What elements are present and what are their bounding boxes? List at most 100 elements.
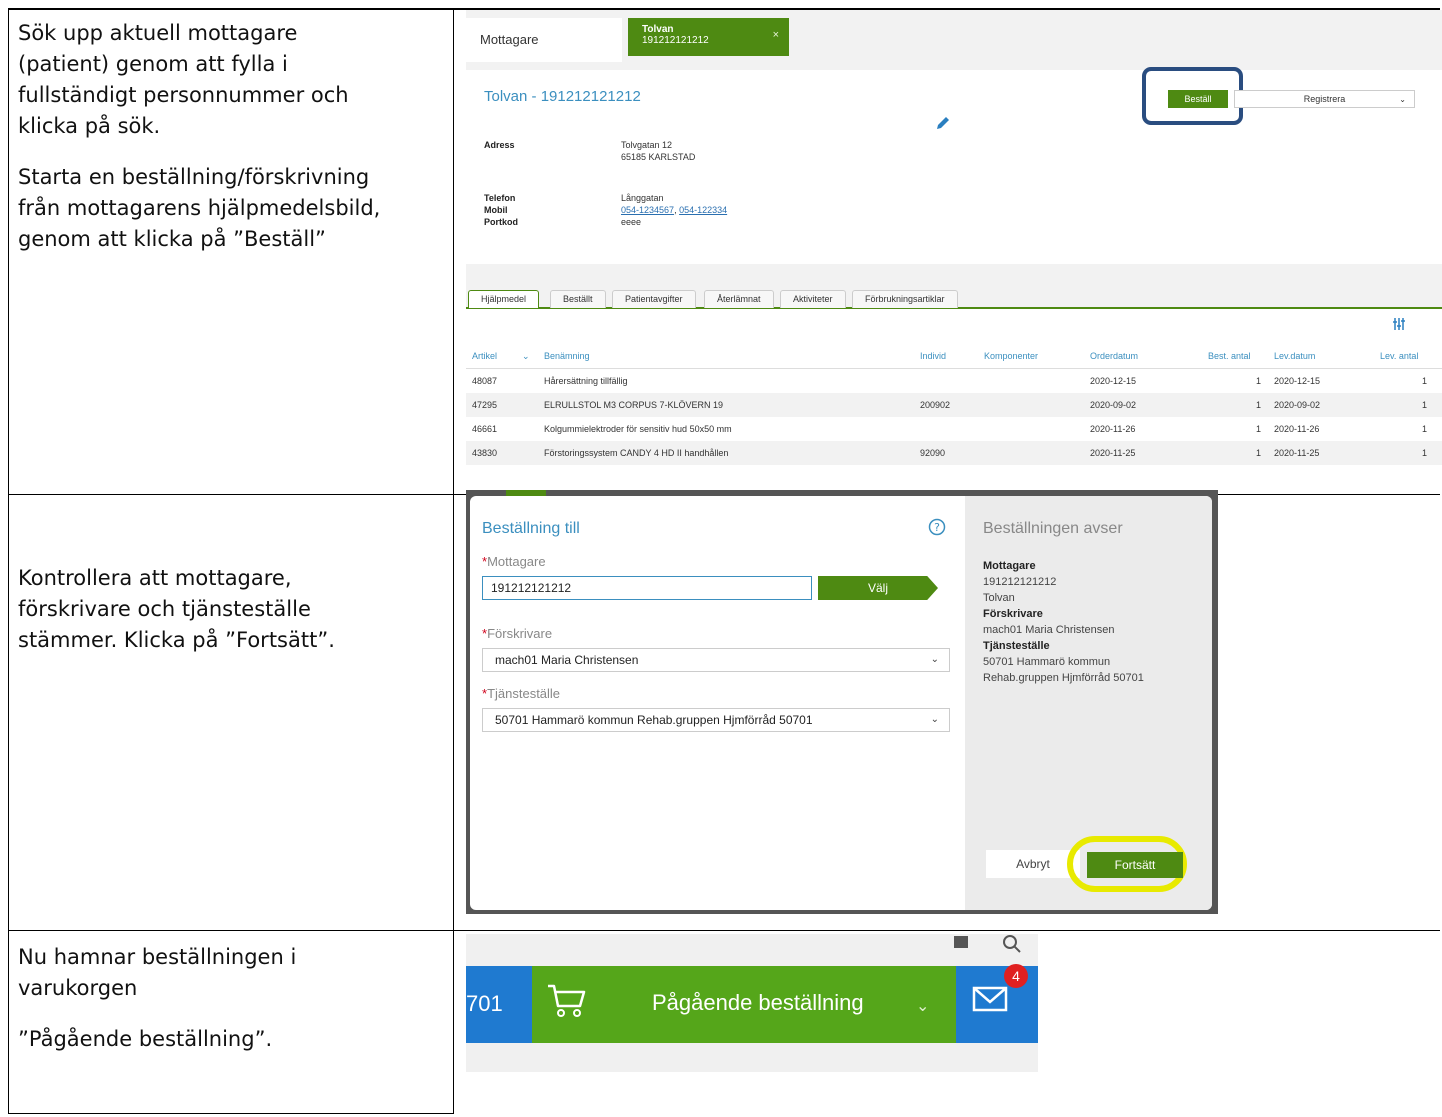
address-line-2: 65185 KARLSTAD bbox=[621, 152, 696, 162]
instruction-step-1: Sök upp aktuell mottagare (patient) geno… bbox=[18, 18, 380, 255]
forskrivare-label: *Förskrivare bbox=[482, 626, 552, 641]
instruction-line: Sök upp aktuell mottagare bbox=[18, 21, 298, 45]
tab-hjalpmedel[interactable]: Hjälpmedel bbox=[468, 290, 540, 308]
tjanstestalle-select[interactable]: 50701 Hammarö kommun Rehab.gruppen Hjmfö… bbox=[482, 708, 950, 732]
register-select-value: Registrera bbox=[1303, 94, 1346, 104]
mottagare-label-text: Mottagare bbox=[487, 554, 546, 569]
tab-patient-name: Tolvan bbox=[642, 24, 674, 35]
tab-forbrukningsartiklar[interactable]: Förbrukningsartiklar bbox=[852, 290, 958, 308]
cell-lev-antal: 1 bbox=[1422, 448, 1428, 458]
instruction-line: fullständigt personnummer och bbox=[18, 83, 349, 107]
instruction-line: varukorgen bbox=[18, 976, 138, 1000]
chevron-down-icon: ⌄ bbox=[1399, 95, 1406, 104]
cell-benamning: Förstoringssystem CANDY 4 HD II handhåll… bbox=[544, 448, 729, 458]
continue-button[interactable]: Fortsätt bbox=[1087, 852, 1183, 878]
column-header-benamning[interactable]: Benämning bbox=[544, 351, 590, 361]
screenshot-cart-bar: 701 Pågående beställning ⌄ 4 bbox=[466, 934, 1038, 1072]
cell-orderdatum: 2020-11-26 bbox=[1090, 424, 1136, 434]
cell-benamning: Kolgummielektroder för sensitiv hud 50x5… bbox=[544, 424, 732, 434]
instruction-line: klicka på sök. bbox=[18, 114, 161, 138]
tab-aterlamnat[interactable]: Återlämnat bbox=[704, 290, 774, 308]
phone-label: Telefon bbox=[484, 193, 516, 203]
summary-value: Rehab.gruppen Hjmförråd 50701 bbox=[983, 672, 1144, 684]
order-button[interactable]: Beställ bbox=[1168, 90, 1228, 108]
mobile-label: Mobil bbox=[484, 205, 508, 215]
tjanstestalle-label-text: Tjänsteställe bbox=[487, 686, 561, 701]
table-row[interactable]: 43830 Förstoringssystem CANDY 4 HD II ha… bbox=[466, 441, 1442, 465]
table-column-divider bbox=[453, 8, 454, 1114]
tab-aktiviteter[interactable]: Aktiviteter bbox=[780, 290, 846, 308]
summary-value: Tolvan bbox=[983, 592, 1015, 604]
summary-heading: Förskrivare bbox=[983, 608, 1043, 620]
column-header-orderdatum[interactable]: Orderdatum bbox=[1090, 351, 1138, 361]
instruction-step-3: Nu hamnar beställningen i varukorgen ”På… bbox=[18, 942, 296, 1055]
summary-value: mach01 Maria Christensen bbox=[983, 624, 1115, 636]
summary-heading: Tjänsteställe bbox=[983, 640, 1050, 652]
tab-patientavgifter[interactable]: Patientavgifter bbox=[612, 290, 696, 308]
column-settings-icon[interactable] bbox=[1392, 317, 1406, 331]
ongoing-order-label: Pågående beställning bbox=[652, 990, 864, 1015]
valj-button[interactable]: Välj bbox=[818, 576, 938, 600]
register-select[interactable]: Registrera ⌄ bbox=[1234, 90, 1415, 108]
summary-title: Beställningen avser bbox=[983, 520, 1123, 537]
screenshot-order-dialog: Beställning till ? *Mottagare 1912121212… bbox=[466, 490, 1218, 914]
cancel-button[interactable]: Avbryt bbox=[986, 850, 1080, 878]
table-row[interactable]: 46661 Kolgummielektroder för sensitiv hu… bbox=[466, 417, 1442, 441]
forskrivare-select[interactable]: mach01 Maria Christensen ⌄ bbox=[482, 648, 950, 672]
chevron-down-icon[interactable]: ⌄ bbox=[916, 996, 929, 1016]
notification-badge: 4 bbox=[1004, 964, 1028, 988]
cell-lev-antal: 1 bbox=[1422, 400, 1428, 410]
summary-value: 50701 Hammarö kommun bbox=[983, 656, 1111, 668]
instruction-line: förskrivare och tjänsteställe bbox=[18, 597, 311, 621]
cell-levdatum: 2020-09-02 bbox=[1274, 400, 1321, 410]
order-dialog: Beställning till ? *Mottagare 1912121212… bbox=[470, 496, 1212, 910]
address-label: Adress bbox=[484, 140, 515, 150]
forskrivare-label-text: Förskrivare bbox=[487, 626, 553, 641]
column-header-lev-antal[interactable]: Lev. antal bbox=[1380, 351, 1418, 361]
cell-levdatum: 2020-11-25 bbox=[1274, 448, 1320, 458]
mottagare-input[interactable]: 191212121212 bbox=[482, 576, 812, 600]
tab-bestallt[interactable]: Beställt bbox=[550, 290, 606, 308]
cell-best-antal: 1 bbox=[1256, 448, 1262, 458]
table-row[interactable]: 47295 ELRULLSTOL M3 CORPUS 7-KLÖVERN 19 … bbox=[466, 393, 1442, 417]
tab-mottagare[interactable]: Mottagare bbox=[466, 18, 622, 62]
mobile-link[interactable]: 054-122334 bbox=[679, 205, 727, 215]
dialog-title: Beställning till bbox=[482, 520, 580, 537]
chevron-down-icon: ⌄ bbox=[930, 714, 939, 725]
summary-details: Mottagare 191212121212 Tolvan Förskrivar… bbox=[983, 558, 1212, 686]
sort-chevron-icon[interactable]: ⌄ bbox=[522, 351, 530, 362]
toolbar-icons bbox=[954, 935, 1021, 953]
column-header-best-antal[interactable]: Best. antal bbox=[1208, 351, 1251, 361]
mottagare-label: *Mottagare bbox=[482, 554, 546, 569]
tjanstestalle-value: 50701 Hammarö kommun Rehab.gruppen Hjmfö… bbox=[495, 713, 813, 727]
help-icon[interactable]: ? bbox=[928, 518, 946, 536]
patient-tabs: Hjälpmedel Beställt Patientavgifter Åter… bbox=[466, 285, 1442, 309]
cell-best-antal: 1 bbox=[1256, 376, 1262, 386]
table-row[interactable]: 48087 Hårersättning tillfällig 2020-12-1… bbox=[466, 369, 1442, 393]
tab-patient-id: 191212121212 bbox=[642, 35, 709, 46]
table-row-divider bbox=[8, 930, 1440, 931]
cell-artikel: 46661 bbox=[472, 424, 498, 434]
cell-individ: 200902 bbox=[920, 400, 951, 410]
instruction-line: Nu hamnar beställningen i bbox=[18, 945, 297, 969]
portcode-value: eeee bbox=[621, 217, 642, 227]
tab-patient-tolvan[interactable]: Tolvan 191212121212 × bbox=[628, 18, 789, 56]
mail-icon[interactable] bbox=[970, 978, 1010, 1018]
cell-best-antal: 1 bbox=[1256, 400, 1262, 410]
mobile-value: 054-1234567, 054-122334 bbox=[621, 205, 727, 216]
cell-individ: 92090 bbox=[920, 448, 946, 458]
summary-heading: Mottagare bbox=[983, 560, 1036, 572]
cell-benamning: ELRULLSTOL M3 CORPUS 7-KLÖVERN 19 bbox=[544, 400, 724, 410]
cell-lev-antal: 1 bbox=[1422, 424, 1428, 434]
instruction-line: Kontrollera att mottagare, bbox=[18, 566, 292, 590]
pencil-icon[interactable] bbox=[934, 114, 952, 132]
column-header-individ[interactable]: Individ bbox=[920, 351, 946, 361]
column-header-komponenter[interactable]: Komponenter bbox=[984, 351, 1038, 361]
summary-value: 191212121212 bbox=[983, 576, 1057, 588]
portcode-label: Portkod bbox=[484, 217, 519, 227]
shopping-cart-icon bbox=[548, 984, 586, 1017]
column-header-artikel[interactable]: Artikel bbox=[472, 351, 497, 361]
close-icon[interactable]: × bbox=[773, 30, 779, 41]
column-header-levdatum[interactable]: Lev.datum bbox=[1274, 351, 1315, 361]
mobile-link[interactable]: 054-1234567 bbox=[621, 205, 674, 215]
